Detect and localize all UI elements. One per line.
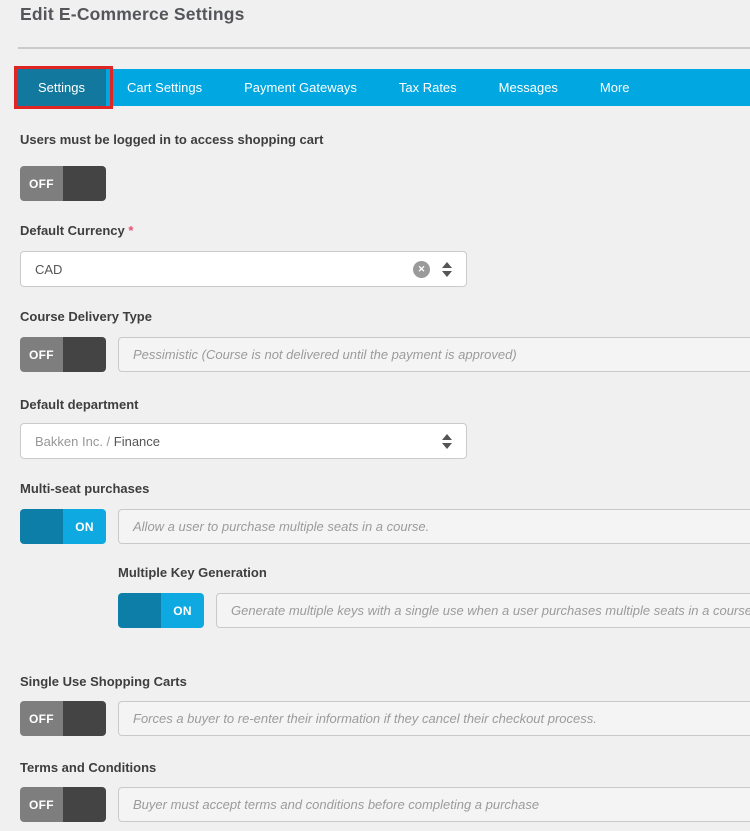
header-divider [18,47,750,49]
multi-seat-purchases-help: Allow a user to purchase multiple seats … [118,509,750,544]
tab-tax-rates[interactable]: Tax Rates [378,69,478,106]
label-text: Default Currency [20,223,125,238]
toggle-state-label: OFF [20,701,63,736]
department-name: Finance [113,433,161,449]
course-delivery-type-toggle[interactable]: OFF [20,337,106,372]
required-asterisk: * [128,223,134,238]
spinner-icon[interactable] [442,433,452,449]
toggle-state-label: OFF [20,166,63,201]
default-currency-select[interactable]: CAD ✕ [20,251,467,287]
terms-and-conditions-help: Buyer must accept terms and conditions b… [118,787,750,822]
page-title: Edit E-Commerce Settings [20,4,245,24]
tab-cart-settings[interactable]: Cart Settings [106,69,223,106]
toggle-track [20,509,63,544]
toggle-state-label: OFF [20,337,63,372]
chevron-down-icon [442,270,452,277]
toggle-state-label: ON [63,509,106,544]
currency-value: CAD [35,261,63,277]
tab-messages[interactable]: Messages [478,69,579,106]
course-delivery-type-help: Pessimistic (Course is not delivered unt… [118,337,750,372]
department-value: Bakken Inc. / Finance [35,434,442,449]
terms-and-conditions-toggle[interactable]: OFF [20,787,106,822]
multiple-key-generation-toggle[interactable]: ON [118,593,204,628]
default-department-label: Default department [20,397,139,412]
single-use-shopping-carts-label: Single Use Shopping Carts [20,674,187,689]
tab-more[interactable]: More [579,69,651,106]
tab-settings[interactable]: Settings [17,69,106,106]
login-required-label: Users must be logged in to access shoppi… [20,132,324,147]
multiple-key-generation-help: Generate multiple keys with a single use… [216,593,750,628]
single-use-shopping-carts-toggle[interactable]: OFF [20,701,106,736]
multiple-key-generation-label: Multiple Key Generation [118,565,267,580]
tab-payment-gateways[interactable]: Payment Gateways [223,69,378,106]
department-path: Bakken Inc. / [35,433,114,449]
toggle-track [118,593,161,628]
chevron-up-icon [442,433,452,440]
default-currency-label: Default Currency * [20,223,133,238]
toggle-state-label: OFF [20,787,63,822]
multi-seat-purchases-label: Multi-seat purchases [20,481,150,496]
settings-tab-bar: Settings Cart Settings Payment Gateways … [17,69,750,106]
toggle-track [63,787,106,822]
toggle-state-label: ON [161,593,204,628]
clear-icon[interactable]: ✕ [413,260,430,278]
multi-seat-purchases-toggle[interactable]: ON [20,509,106,544]
toggle-track [63,166,106,201]
course-delivery-type-label: Course Delivery Type [20,309,152,324]
chevron-up-icon [442,261,452,268]
toggle-track [63,701,106,736]
terms-and-conditions-label: Terms and Conditions [20,760,157,775]
toggle-track [63,337,106,372]
spinner-icon[interactable] [442,261,452,277]
chevron-down-icon [442,442,452,449]
default-department-select[interactable]: Bakken Inc. / Finance [20,423,467,459]
single-use-shopping-carts-help: Forces a buyer to re-enter their informa… [118,701,750,736]
login-required-toggle[interactable]: OFF [20,166,106,201]
